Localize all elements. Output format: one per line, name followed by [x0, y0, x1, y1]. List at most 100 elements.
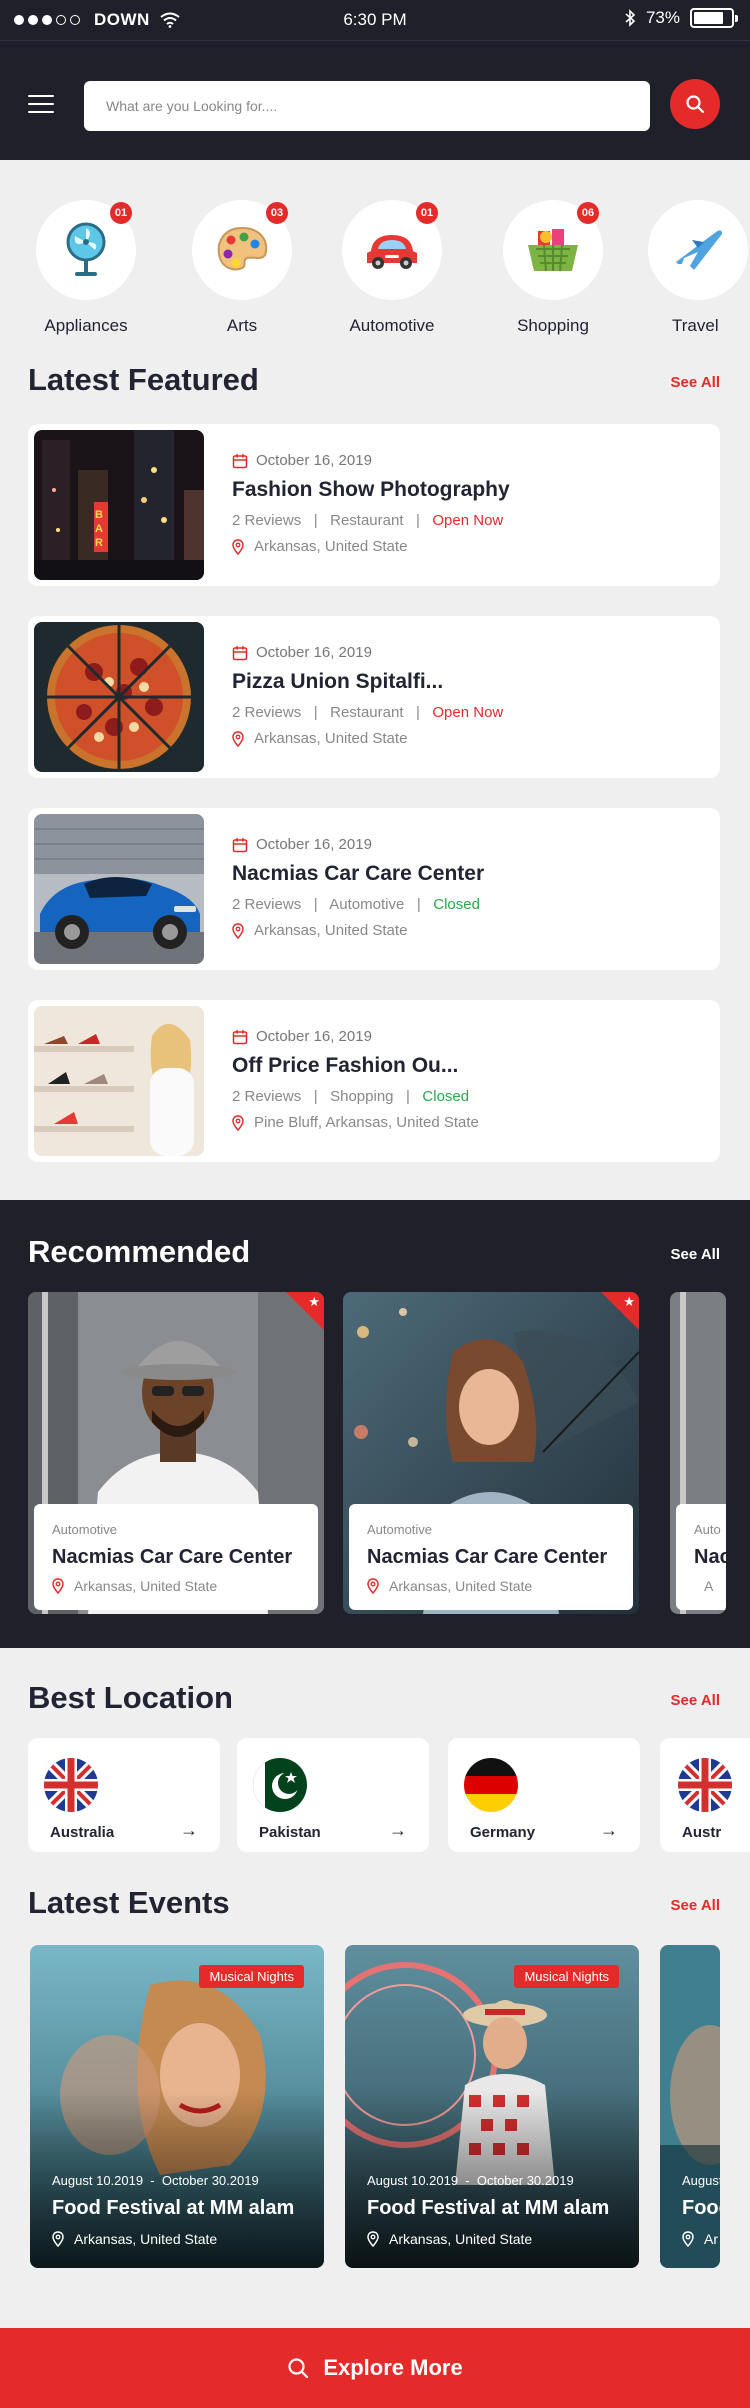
category-shopping[interactable]: 06 Shopping — [493, 200, 613, 336]
featured-meta: 2 Reviews | Restaurant | Open Now — [232, 704, 504, 721]
section-title-latest-featured: Latest Featured — [28, 362, 259, 397]
calendar-icon — [232, 453, 248, 468]
featured-location: Arkansas, United State — [254, 538, 408, 555]
featured-image-nightlife: BAR — [34, 430, 204, 580]
basket-icon — [528, 229, 578, 272]
featured-category: Restaurant — [330, 704, 404, 721]
location-pin-icon — [232, 922, 244, 939]
germany-flag-icon — [464, 1758, 518, 1812]
recommended-title: Nacmias Car Care Center — [52, 1546, 293, 1568]
svg-text:A: A — [95, 523, 103, 535]
location-card-australia-partial[interactable]: Austr — [660, 1738, 750, 1852]
category-label: Arts — [226, 316, 258, 335]
featured-date: October 16, 2019 — [256, 1028, 372, 1045]
recommended-location: A — [704, 1578, 714, 1594]
arrow-right-icon: → — [389, 1820, 407, 1840]
uk-flag-icon — [44, 1758, 98, 1812]
featured-meta: 2 Reviews | Restaurant | Open Now — [232, 512, 504, 529]
location-pin-icon — [232, 538, 244, 555]
featured-location: Arkansas, United State — [254, 922, 408, 939]
featured-location: Pine Bluff, Arkansas, United State — [254, 1114, 479, 1131]
featured-image-car — [34, 814, 204, 964]
recommended-card[interactable]: ★ Automotive Nacmias Car Care Center Ark… — [28, 1292, 324, 1614]
event-title: Food — [682, 2197, 720, 2219]
see-all-events-link[interactable]: See All — [671, 1897, 720, 1914]
hamburger-menu-icon[interactable] — [28, 95, 54, 119]
featured-category: Shopping — [330, 1088, 394, 1105]
featured-status: Closed — [422, 1088, 470, 1105]
featured-date: October 16, 2019 — [256, 836, 372, 853]
category-label: Appliances — [44, 316, 128, 335]
category-count-badge: 01 — [110, 202, 132, 224]
featured-status: Open Now — [432, 704, 504, 721]
featured-card[interactable]: October 16, 2019 Nacmias Car Care Center… — [28, 808, 720, 970]
featured-category: Automotive — [329, 896, 405, 913]
search-icon — [288, 2358, 309, 2379]
event-card[interactable]: Musical Nights August 10.2019 - October … — [345, 1945, 639, 2268]
calendar-icon — [232, 645, 248, 660]
location-card-pakistan[interactable]: Pakistan → — [237, 1738, 429, 1852]
event-location: Ar — [704, 2231, 718, 2247]
battery-percent: 73% — [645, 8, 680, 27]
location-name: Austr — [682, 1824, 722, 1841]
category-arts[interactable]: 03 Arts — [182, 200, 302, 336]
recommended-category: Auto — [694, 1522, 721, 1537]
category-count-badge: 03 — [266, 202, 288, 224]
category-circle — [648, 200, 748, 300]
event-card[interactable]: August Food Ar — [660, 1945, 720, 2268]
featured-location: Arkansas, United State — [254, 730, 408, 747]
event-card[interactable]: Musical Nights August 10.2019 - October … — [30, 1945, 324, 2268]
location-pin-icon — [367, 1578, 379, 1594]
header — [0, 40, 750, 160]
explore-more-button[interactable]: Explore More — [0, 2328, 750, 2408]
category-circle: 06 — [503, 200, 603, 300]
fan-icon — [66, 222, 106, 276]
featured-star-icon: ★ — [308, 1294, 320, 1309]
location-card-germany[interactable]: Germany → — [448, 1738, 640, 1852]
see-all-recommended-link[interactable]: See All — [671, 1246, 720, 1263]
featured-title: Off Price Fashion Ou... — [232, 1054, 459, 1077]
category-appliances[interactable]: 01 Appliances — [26, 200, 146, 336]
recommended-info: Automotive Nacmias Car Care Center Arkan… — [349, 1504, 633, 1610]
category-label: Shopping — [517, 316, 589, 335]
recommended-info: Automotive Nacmias Car Care Center Arkan… — [34, 1504, 318, 1610]
category-label: Travel — [672, 316, 719, 335]
recommended-info: Auto Nac A — [676, 1504, 726, 1610]
category-travel[interactable]: Travel — [638, 200, 750, 336]
featured-card[interactable]: October 16, 2019 Off Price Fashion Ou...… — [28, 1000, 720, 1162]
event-tag: Musical Nights — [514, 1965, 619, 1988]
recommended-card[interactable]: ★ Automotive Nacmias Car Care Center Ark… — [343, 1292, 639, 1614]
location-pin-icon — [232, 730, 244, 747]
see-all-featured-link[interactable]: See All — [671, 374, 720, 391]
featured-title: Fashion Show Photography — [232, 478, 510, 501]
search-button[interactable] — [670, 79, 720, 129]
see-all-locations-link[interactable]: See All — [671, 1692, 720, 1709]
location-name: Pakistan — [259, 1824, 321, 1841]
featured-status: Open Now — [432, 512, 504, 529]
search-icon — [686, 95, 705, 114]
car-icon — [367, 235, 417, 269]
featured-card[interactable]: October 16, 2019 Pizza Union Spitalfi...… — [28, 616, 720, 778]
event-dates: August 10.2019 - October 30.2019 — [52, 2173, 259, 2188]
category-circle: 03 — [192, 200, 292, 300]
category-automotive[interactable]: 01 Automotive — [332, 200, 452, 336]
category-circle: 01 — [342, 200, 442, 300]
featured-title: Pizza Union Spitalfi... — [232, 670, 444, 693]
svg-text:R: R — [95, 537, 103, 549]
recommended-title: Nac — [694, 1546, 726, 1568]
featured-reviews: 2 Reviews — [232, 896, 302, 913]
event-dates: August 10.2019 - October 30.2019 — [367, 2173, 574, 2188]
palette-icon — [217, 226, 268, 271]
location-pin-icon — [367, 2231, 379, 2247]
featured-title: Nacmias Car Care Center — [232, 862, 485, 885]
search-input[interactable] — [84, 81, 650, 131]
recommended-card[interactable]: Auto Nac A — [670, 1292, 726, 1614]
featured-status: Closed — [433, 896, 480, 913]
location-card-australia[interactable]: Australia → — [28, 1738, 220, 1852]
explore-more-label: Explore More — [323, 2355, 463, 2380]
featured-reviews: 2 Reviews — [232, 512, 302, 529]
battery-icon — [690, 8, 738, 28]
airplane-icon — [676, 230, 722, 270]
featured-meta: 2 Reviews | Shopping | Closed — [232, 1088, 470, 1105]
featured-card[interactable]: BAR October 16, 2019 Fashion Show Photog… — [28, 424, 720, 586]
